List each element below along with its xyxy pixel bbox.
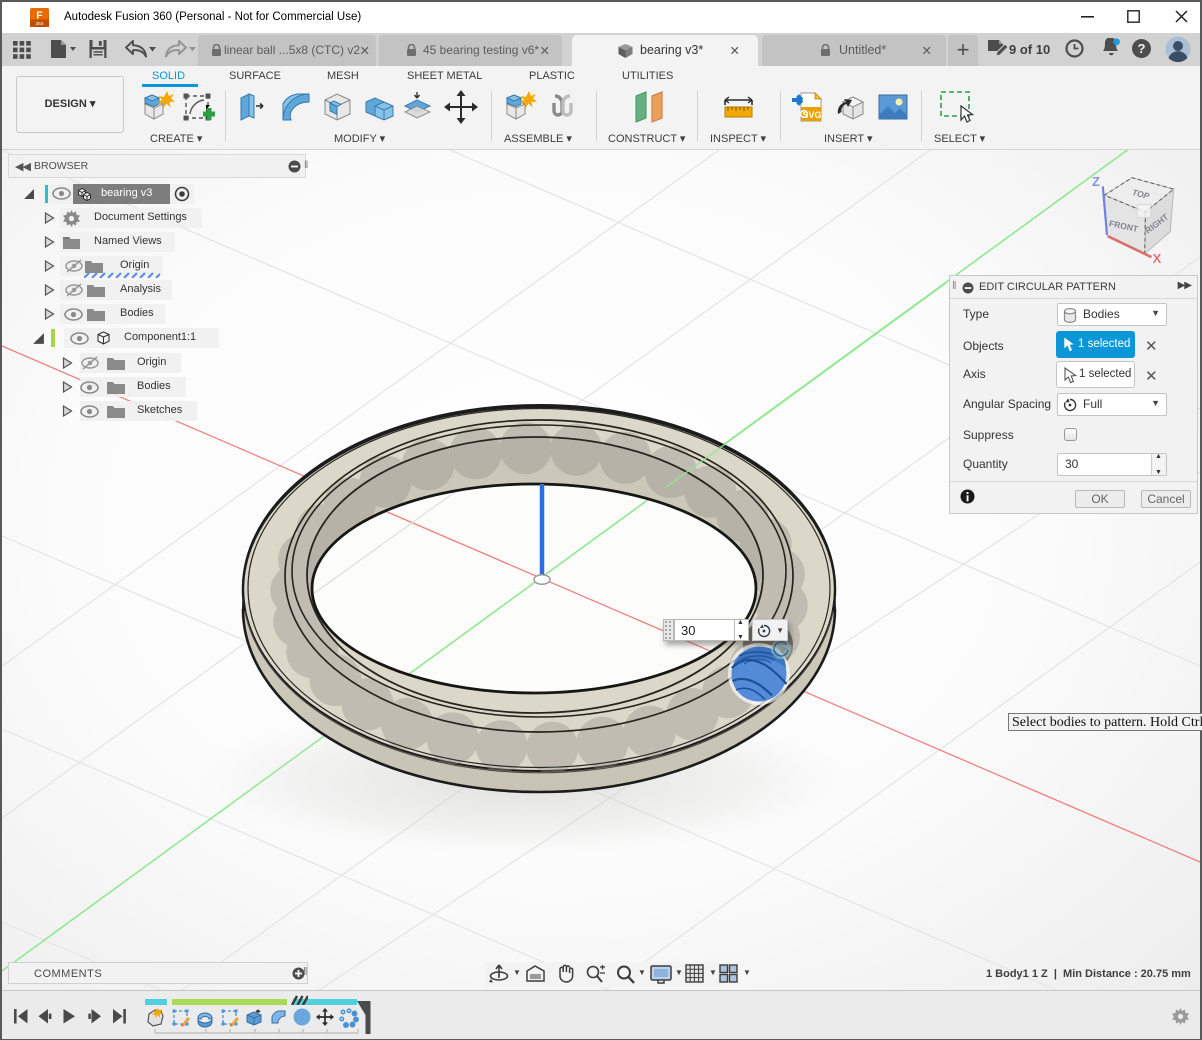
svg-text:X: X (1153, 251, 1162, 266)
svg-text:F: F (36, 10, 42, 21)
svg-text:360: 360 (36, 21, 44, 27)
svg-text:Z: Z (1092, 174, 1100, 189)
svg-text:?: ? (1138, 41, 1146, 56)
